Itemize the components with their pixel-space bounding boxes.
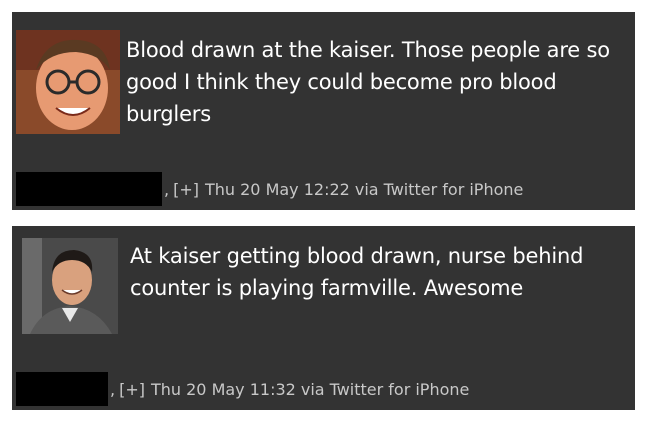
- tweet-card: At kaiser getting blood drawn, nurse beh…: [12, 226, 635, 410]
- meta-separator: ,: [164, 179, 170, 199]
- user-avatar-icon[interactable]: [22, 238, 118, 334]
- tweet-card: Blood drawn at the kaiser. Those people …: [12, 12, 635, 210]
- timestamp-link[interactable]: Thu 20 May 12:22: [205, 180, 350, 199]
- via-label: via: [300, 379, 325, 399]
- redacted-username: [16, 372, 108, 406]
- meta-separator: ,: [110, 379, 116, 399]
- source-link[interactable]: Twitter for iPhone: [330, 380, 470, 399]
- timestamp-link[interactable]: Thu 20 May 11:32: [151, 380, 296, 399]
- source-link[interactable]: Twitter for iPhone: [384, 180, 524, 199]
- tweet-meta: , [+] Thu 20 May 11:32 via Twitter for i…: [16, 372, 469, 406]
- redacted-username: [16, 172, 162, 206]
- user-avatar-icon[interactable]: [16, 30, 120, 134]
- tweet-text: Blood drawn at the kaiser. Those people …: [126, 38, 610, 126]
- expand-link[interactable]: [+]: [173, 180, 199, 199]
- expand-link[interactable]: [+]: [119, 380, 145, 399]
- via-label: via: [354, 179, 379, 199]
- tweet-meta: , [+] Thu 20 May 12:22 via Twitter for i…: [16, 172, 523, 206]
- tweet-text: At kaiser getting blood drawn, nurse beh…: [130, 244, 584, 300]
